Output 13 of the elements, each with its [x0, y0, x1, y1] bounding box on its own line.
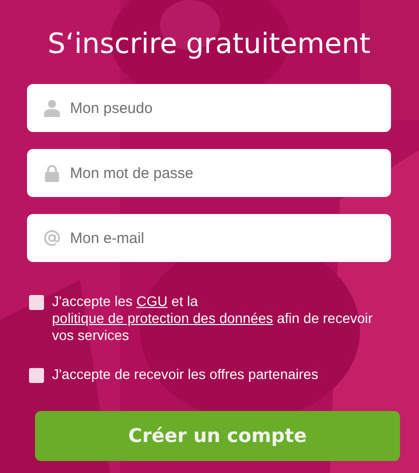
checkbox[interactable] [29, 368, 44, 383]
lock-icon [43, 164, 61, 182]
at-sign-icon [43, 229, 61, 247]
text-link[interactable]: CGU [136, 293, 168, 309]
consent-text: J'accepte les CGU et la politique de protection des données afin de recevoir vos services [52, 293, 374, 344]
input-field[interactable]: Mon mot de passe [27, 149, 391, 197]
user-icon [43, 99, 61, 117]
input-field[interactable]: Mon pseudo [27, 84, 391, 132]
checkbox[interactable] [29, 295, 44, 310]
input-field[interactable]: Mon e-mail [27, 214, 391, 262]
form-title: S‘inscrire gratuitement [46, 26, 372, 62]
text-link[interactable]: politique de protection des données [52, 310, 274, 326]
consent-text: J'accepte de recevoir les offres partenaires [52, 366, 318, 383]
